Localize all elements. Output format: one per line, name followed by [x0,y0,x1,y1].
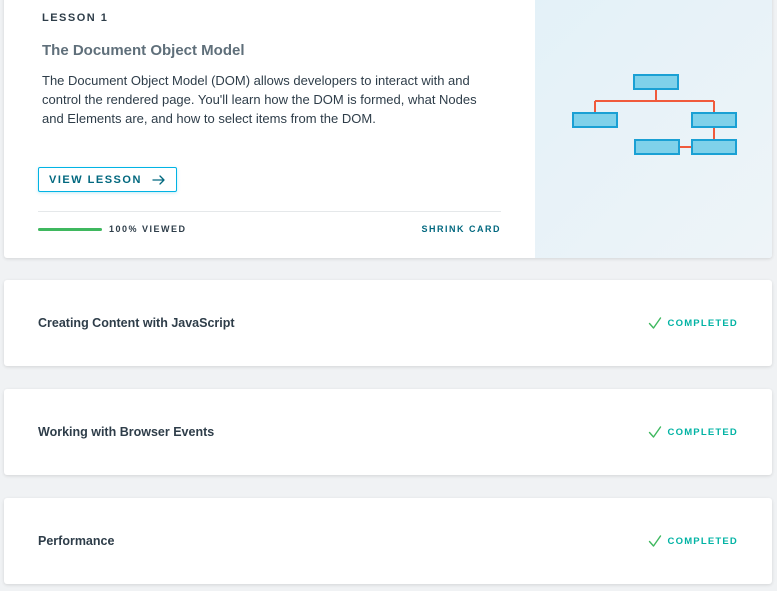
lesson-card-expanded: LESSON 1 The Document Object Model The D… [4,0,772,258]
lesson-row-performance[interactable]: Performance COMPLETED [4,498,772,584]
view-lesson-label: VIEW LESSON [49,173,142,186]
lesson-number: LESSON 1 [42,12,109,24]
completed-label: COMPLETED [667,426,738,438]
view-lesson-button[interactable]: VIEW LESSON [38,167,177,192]
completed-status: COMPLETED [648,425,738,439]
lesson-row-title: Working with Browser Events [38,425,215,439]
lesson-row-title: Performance [38,534,115,548]
dom-tree-icon [572,74,737,155]
lesson-summary: The Document Object Model (DOM) allows d… [42,73,477,126]
lesson-row-browser-events[interactable]: Working with Browser Events COMPLETED [4,389,772,475]
shrink-card-link[interactable]: SHRINK CARD [422,224,502,234]
progress-bar-fill [38,228,102,231]
completed-status: COMPLETED [648,316,738,330]
check-icon [648,317,661,329]
check-icon [648,535,661,547]
completed-label: COMPLETED [667,535,738,547]
lesson-row-title: Creating Content with JavaScript [38,316,235,330]
lesson-card-footer: 100% VIEWED SHRINK CARD [38,211,501,242]
progress-label: 100% VIEWED [109,224,187,234]
lesson-row-creating-content[interactable]: Creating Content with JavaScript COMPLET… [4,280,772,366]
lesson-title: The Document Object Model [42,42,245,59]
check-icon [648,426,661,438]
progress-bar [38,228,102,231]
arrow-right-icon [152,174,165,185]
completed-label: COMPLETED [667,317,738,329]
completed-status: COMPLETED [648,534,738,548]
lesson-illustration [535,0,772,258]
